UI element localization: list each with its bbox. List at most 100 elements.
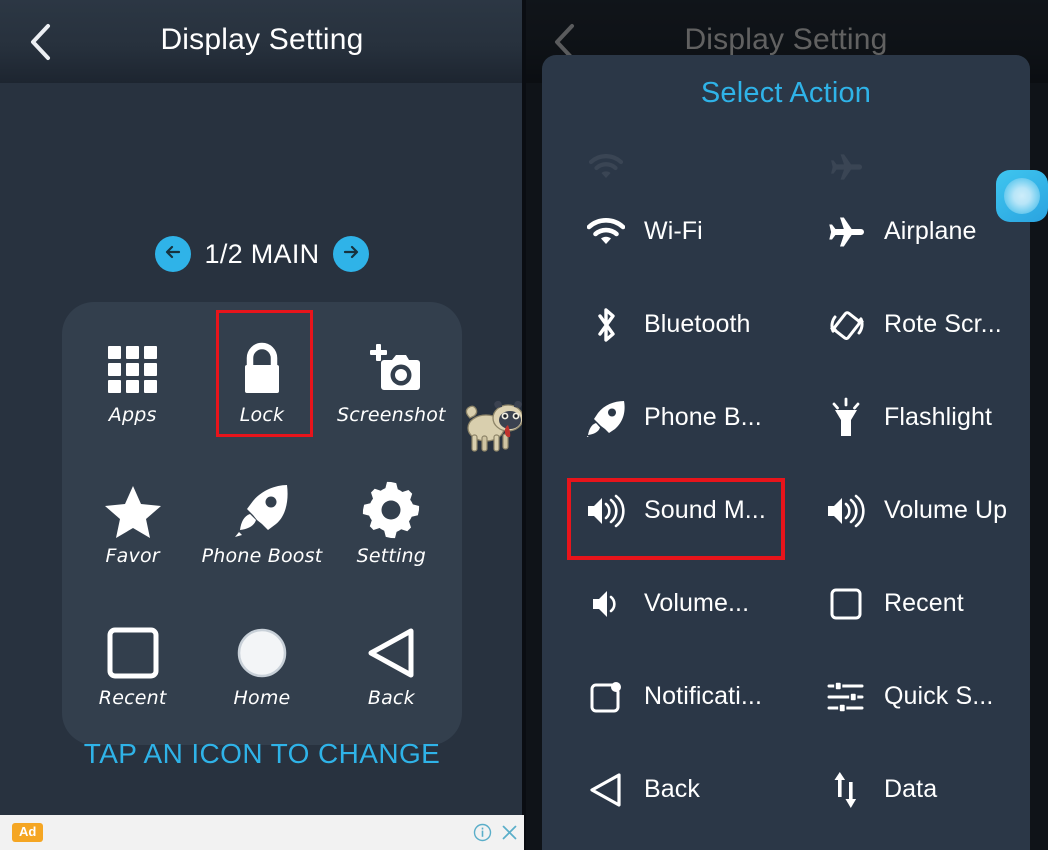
triangle-left-icon: [584, 768, 628, 812]
action-row-partial: [542, 145, 1030, 185]
flashlight-icon: [824, 396, 868, 440]
action-label: Data: [884, 775, 938, 803]
bubble-ring-icon: [1004, 178, 1040, 214]
grid-item-label: Apps: [108, 403, 157, 426]
pug-dog-mascot[interactable]: [458, 390, 524, 460]
padlock-icon: [235, 336, 289, 398]
close-icon[interactable]: [498, 822, 520, 844]
grid-item-home[interactable]: Home: [197, 593, 326, 735]
bluetooth-icon: [584, 303, 628, 347]
action-item-bluetooth[interactable]: Bluetooth: [542, 278, 786, 371]
wifi-icon: [584, 145, 628, 189]
action-item-airplane[interactable]: Airplane: [786, 185, 1030, 278]
action-row: Bluetooth Rote Scr...: [542, 278, 1030, 371]
action-item-volume-down[interactable]: Volume...: [542, 557, 786, 650]
grid-item-apps[interactable]: Apps: [68, 310, 197, 452]
ad-badge: Ad: [12, 822, 44, 843]
action-item-notification[interactable]: Notificati...: [542, 650, 786, 743]
select-action-dialog: Select Action Wi-Fi Airplane Bluetooth R…: [542, 55, 1030, 850]
grid-item-label: Phone Boost: [201, 545, 323, 568]
grid-item-label: Recent: [98, 687, 167, 710]
action-label: Wi-Fi: [644, 217, 703, 245]
action-label: Back: [644, 775, 700, 803]
action-item-rotate-screen[interactable]: Rote Scr...: [786, 278, 1030, 371]
square-outline-icon: [824, 582, 868, 626]
grid-item-label: Favor: [105, 545, 160, 568]
action-item-partial-2: [786, 145, 1030, 189]
icon-grid: Apps Lock Screenshot Favor Phone Boost S…: [62, 302, 462, 745]
action-label: Volume Up: [884, 496, 1008, 524]
next-page-button[interactable]: [333, 236, 370, 272]
apps-grid-icon: [104, 336, 162, 398]
grid-item-label: Lock: [239, 403, 285, 426]
grid-item-phone-boost[interactable]: Phone Boost: [197, 452, 326, 594]
grid-item-label: Setting: [356, 545, 427, 568]
action-label: Airplane: [884, 217, 977, 245]
page-indicator-label: 1/2 MAIN: [204, 238, 320, 269]
action-row: Volume... Recent: [542, 557, 1030, 650]
action-item-phone-boost[interactable]: Phone B...: [542, 371, 786, 464]
page-title: Display Setting: [160, 22, 364, 56]
app-header-left: Display Setting: [0, 0, 524, 83]
grid-item-label: Home: [233, 687, 291, 710]
action-label: Sound M...: [644, 496, 766, 524]
action-item-volume-up[interactable]: Volume Up: [786, 464, 1030, 557]
left-panel: Display Setting 1/2 MAIN Apps Lock Scree…: [0, 0, 524, 850]
action-row: Wi-Fi Airplane: [542, 185, 1030, 278]
rocket-icon: [233, 477, 291, 539]
action-row: Sound M... Volume Up: [542, 464, 1030, 557]
grid-item-back[interactable]: Back: [327, 593, 456, 735]
airplane-icon: [824, 210, 868, 254]
action-row: Phone B... Flashlight: [542, 371, 1030, 464]
action-item-wifi[interactable]: Wi-Fi: [542, 185, 786, 278]
action-label: Recent: [884, 589, 964, 617]
notification-icon: [584, 675, 628, 719]
triangle-left-icon: [363, 619, 419, 681]
tap-hint-label: TAP AN ICON TO CHANGE: [83, 738, 441, 769]
star-icon: [104, 477, 162, 539]
action-row: Notificati... Quick S...: [542, 650, 1030, 743]
grid-item-label: Screenshot: [336, 403, 446, 426]
action-label: Notificati...: [644, 682, 762, 710]
panel-divider: [522, 0, 526, 850]
action-label: Volume...: [644, 589, 750, 617]
action-item-data[interactable]: Data: [786, 743, 1030, 836]
rotate-screen-icon: [824, 303, 868, 347]
square-outline-icon: [105, 619, 161, 681]
ad-controls: [471, 822, 524, 844]
action-item-flashlight[interactable]: Flashlight: [786, 371, 1030, 464]
app-screenshot: Display Setting 1/2 MAIN Apps Lock Scree…: [0, 0, 1048, 850]
wifi-icon: [584, 210, 628, 254]
airplane-icon: [824, 145, 868, 189]
grid-item-setting[interactable]: Setting: [327, 452, 456, 594]
action-item-quick-settings[interactable]: Quick S...: [786, 650, 1030, 743]
volume-low-icon: [584, 582, 628, 626]
action-item-back[interactable]: Back: [542, 743, 786, 836]
grid-item-label: Back: [367, 687, 415, 710]
grid-item-favor[interactable]: Favor: [68, 452, 197, 594]
action-label: Quick S...: [884, 682, 994, 710]
grid-item-screenshot[interactable]: Screenshot: [327, 310, 456, 452]
page-switcher: 1/2 MAIN: [0, 232, 524, 276]
data-transfer-icon: [824, 768, 868, 812]
ad-banner[interactable]: Ad: [0, 815, 524, 850]
dialog-title: Select Action: [700, 77, 872, 109]
arrow-left-icon: [163, 242, 183, 267]
arrow-right-icon: [341, 242, 361, 267]
gear-icon: [362, 477, 420, 539]
action-list: Wi-Fi Airplane Bluetooth Rote Scr... Pho…: [542, 145, 1030, 850]
action-item-sound-mode[interactable]: Sound M...: [542, 464, 786, 557]
action-label: Flashlight: [884, 403, 992, 431]
grid-item-recent[interactable]: Recent: [68, 593, 197, 735]
action-item-recent[interactable]: Recent: [786, 557, 1030, 650]
action-label: Rote Scr...: [884, 310, 1002, 338]
volume-high-icon: [824, 489, 868, 533]
action-label: Phone B...: [644, 403, 762, 431]
action-label: Bluetooth: [644, 310, 751, 338]
floating-assistant-bubble[interactable]: [996, 170, 1048, 222]
info-icon[interactable]: [471, 822, 493, 844]
sliders-icon: [824, 675, 868, 719]
prev-page-button[interactable]: [154, 236, 191, 272]
grid-item-lock[interactable]: Lock: [197, 310, 326, 452]
camera-add-icon: [360, 336, 422, 398]
